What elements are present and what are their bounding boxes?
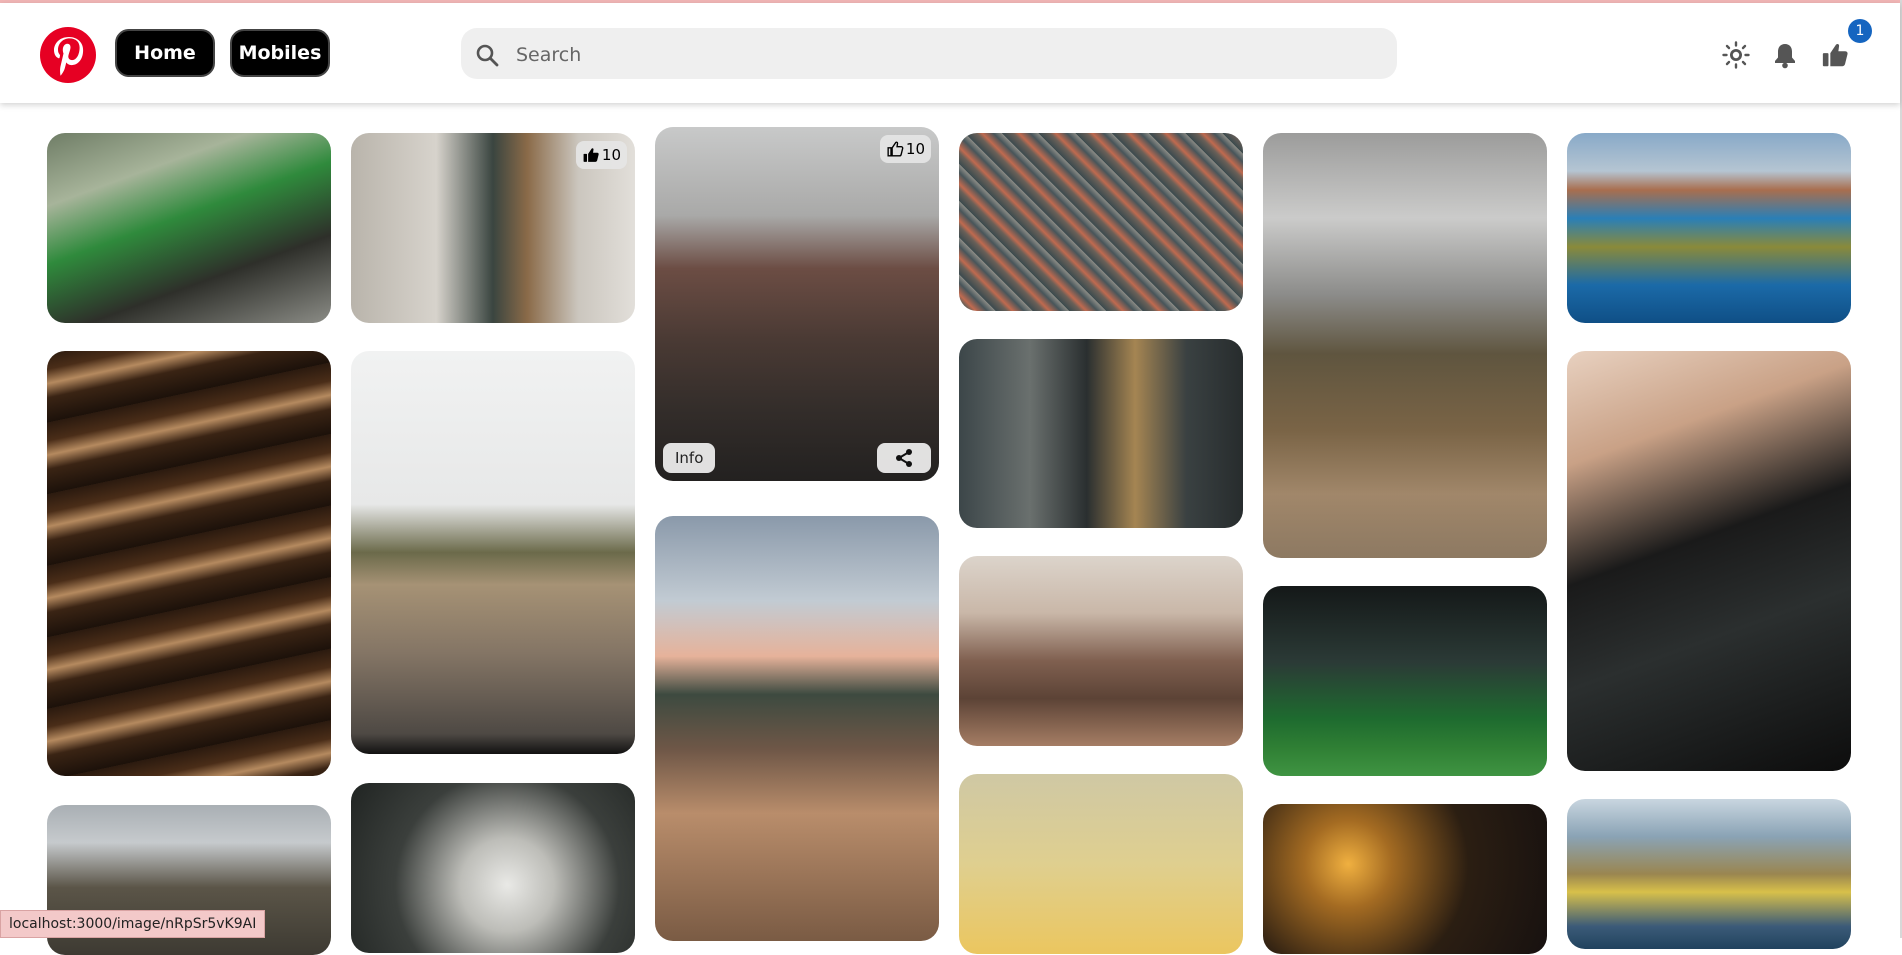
pin-like-count[interactable]: 10: [575, 141, 627, 169]
status-bar-url: localhost:3000/image/nRpSr5vK9AI: [0, 910, 266, 938]
top-header: Home Mobiles 1: [0, 3, 1900, 103]
bell-icon[interactable]: [1771, 41, 1799, 69]
pin-grid: 10 10 Info: [0, 0, 1902, 955]
thumbs-up-outline-icon: [887, 141, 904, 157]
pin-info-button[interactable]: Info: [663, 443, 716, 473]
pin-share-button[interactable]: [877, 443, 931, 473]
pin-woman-car-window[interactable]: [1567, 351, 1851, 771]
pin-golden-sky[interactable]: [959, 774, 1243, 954]
pin-volcano-mountain[interactable]: 10 Info: [655, 127, 939, 481]
pin-desert-rocks-man[interactable]: [959, 556, 1243, 746]
pin-hyena-road[interactable]: [351, 351, 635, 754]
thumbs-up-icon[interactable]: [1821, 41, 1849, 69]
pin-industrial-pipes[interactable]: [959, 339, 1243, 528]
pin-grab-rider-night[interactable]: [1263, 586, 1547, 776]
pin-underwater-diver[interactable]: [1567, 133, 1851, 323]
like-count-text: 10: [905, 140, 925, 158]
thumbs-up-icon: [583, 148, 599, 162]
pin-like-count[interactable]: 10: [879, 135, 931, 163]
search-icon: [476, 44, 499, 67]
pin-mountain-lake-aerial[interactable]: [1567, 799, 1851, 949]
pinterest-p-icon: [41, 28, 95, 82]
search-bar[interactable]: [461, 28, 1397, 81]
pin-woman-hat-forest[interactable]: 10: [351, 133, 635, 323]
pinterest-logo[interactable]: [40, 27, 96, 83]
search-input[interactable]: [514, 28, 1378, 81]
sun-icon[interactable]: [1722, 41, 1750, 69]
notification-badge: 1: [1848, 19, 1872, 43]
nav-mobiles-button[interactable]: Mobiles: [230, 29, 330, 77]
pin-bokeh-lights[interactable]: [1263, 804, 1547, 954]
nav-home-button[interactable]: Home: [115, 29, 215, 77]
pin-white-hair[interactable]: [351, 783, 635, 953]
share-icon: [896, 449, 912, 467]
like-count-text: 10: [601, 146, 621, 164]
pin-abstract-waves[interactable]: [47, 351, 331, 776]
pin-aerial-city[interactable]: [959, 133, 1243, 311]
pin-cloudy-mountains[interactable]: [1263, 133, 1547, 558]
pin-delivery-riders[interactable]: [47, 133, 331, 323]
pin-wooden-boardwalk[interactable]: [655, 516, 939, 941]
